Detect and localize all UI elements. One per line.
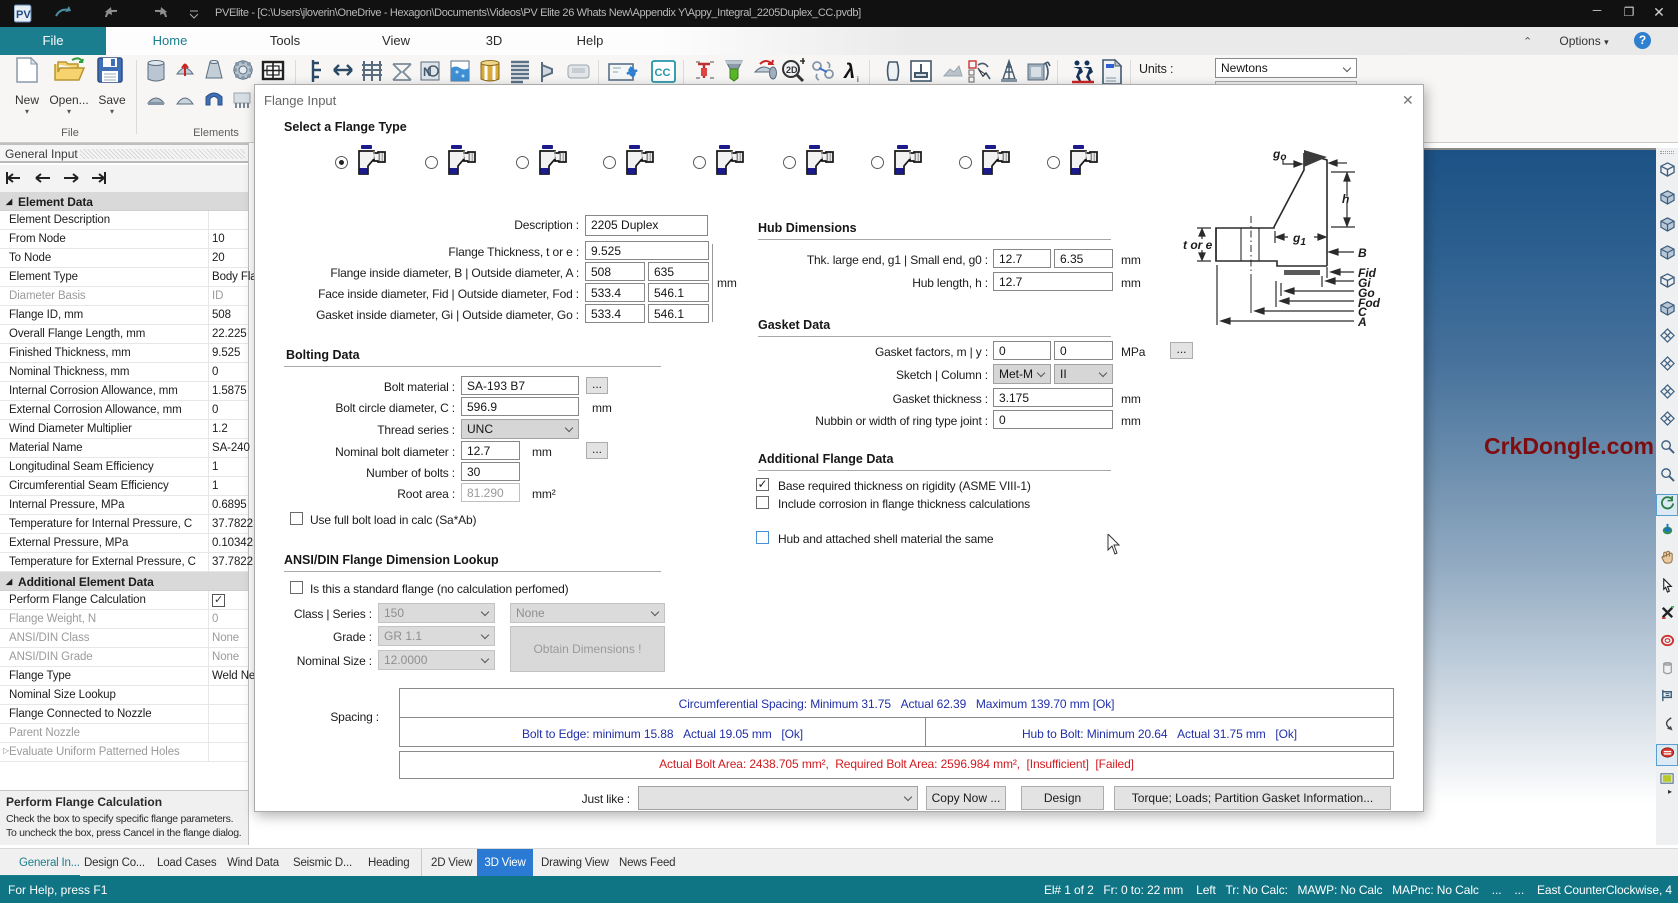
svg-text:go: go (1272, 147, 1286, 163)
svg-text:g1: g1 (1292, 231, 1306, 248)
svg-text:t or e: t or e (1183, 238, 1213, 252)
svg-text:A: A (1357, 315, 1367, 329)
svg-text:PV: PV (16, 9, 31, 21)
svg-text:λ: λ (843, 61, 855, 83)
svg-text:h: h (1342, 192, 1349, 206)
svg-text:B: B (1358, 246, 1367, 260)
svg-text:CC: CC (655, 67, 671, 79)
svg-text:2D: 2D (786, 65, 798, 75)
svg-text:i: i (857, 75, 859, 84)
